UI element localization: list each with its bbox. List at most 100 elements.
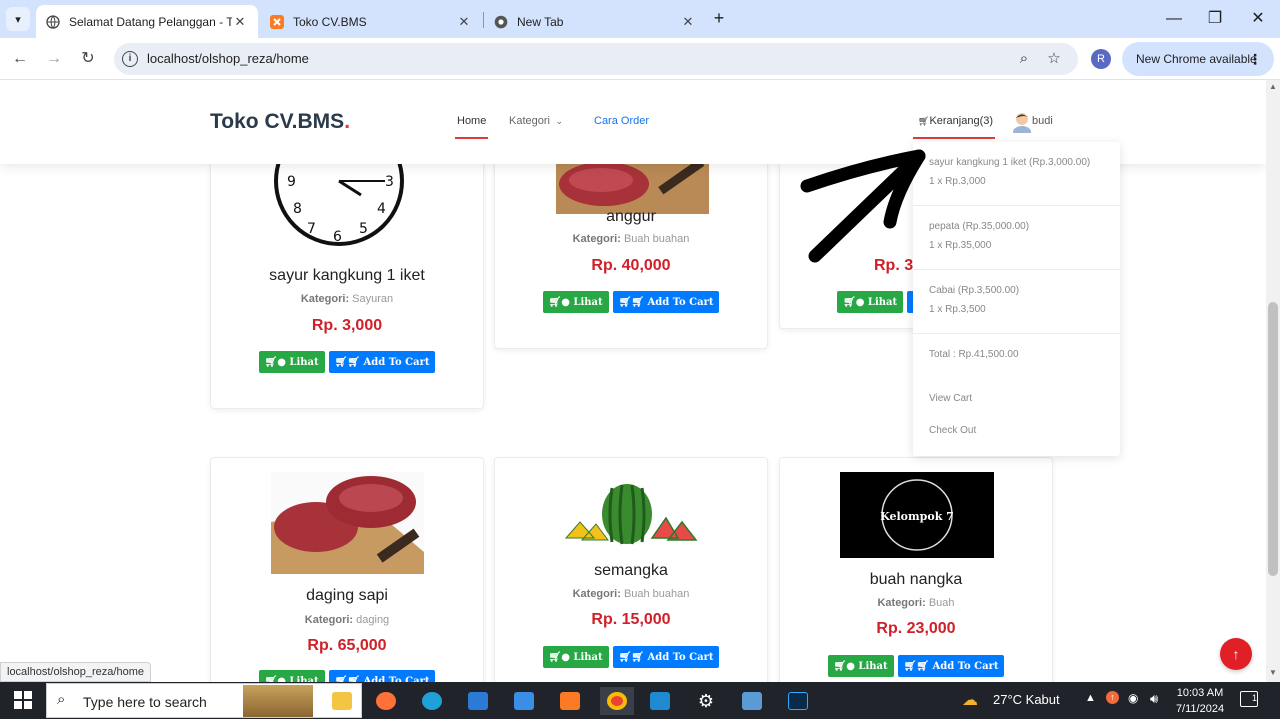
page-scrollbar[interactable]: ▲ ▼ — [1266, 80, 1280, 682]
windows-start-button[interactable] — [14, 691, 32, 709]
product-name[interactable]: buah nangka — [780, 571, 1052, 589]
close-icon[interactable]: ✕ — [232, 14, 248, 30]
cart-dropdown-item[interactable]: Cabai (Rp.3,500.00) 1 x Rp.3,500 — [913, 270, 1120, 334]
nav-home[interactable]: Home — [454, 115, 489, 139]
product-name[interactable]: sayur kangkung 1 iket — [211, 267, 483, 285]
category-label: Kategori: — [572, 588, 621, 600]
notification-count: 1 — [1251, 693, 1257, 703]
volume-icon[interactable]: 🔊︎ — [1150, 691, 1158, 719]
add-to-cart-button[interactable]: 🛒︎🛒︎ Add To Cart — [897, 655, 1005, 677]
cart-icon: 🛒︎🛒︎ — [618, 651, 648, 663]
photoshop-icon[interactable] — [784, 687, 812, 715]
nav-cart[interactable]: 🛒︎Keranjang(3) — [912, 115, 996, 139]
vscode-icon[interactable] — [646, 687, 674, 715]
chrome-update-button[interactable]: New Chrome available ⋮ — [1122, 42, 1274, 76]
forward-button[interactable]: → — [42, 47, 66, 71]
firefox-icon[interactable] — [372, 687, 400, 715]
add-to-cart-label: Add To Cart — [363, 356, 430, 368]
view-cart-link[interactable]: View Cart — [929, 393, 972, 404]
taskbar-search[interactable]: ⌕ Type here to search — [46, 683, 362, 718]
clock-number: 3 — [385, 174, 394, 190]
product-actions: 🛒︎● Lihat 🛒︎🛒︎ Add To Cart — [495, 646, 767, 668]
lihat-label: Lihat — [289, 356, 319, 368]
tab-title: Toko CV.BMS — [293, 14, 367, 29]
clock-number: 4 — [377, 201, 386, 217]
add-to-cart-label: Add To Cart — [647, 651, 714, 663]
more-menu-icon[interactable]: ⋮ — [1248, 42, 1262, 76]
tab-selamat-datang[interactable]: Selamat Datang Pelanggan - To ✕ — [36, 5, 258, 38]
category-value: Buah buahan — [623, 588, 690, 600]
lihat-button[interactable]: 🛒︎● Lihat — [542, 646, 609, 668]
nav-cara-order[interactable]: Cara Order — [594, 115, 649, 127]
clock-number: 7 — [307, 221, 316, 237]
search-icon: ⌕ — [57, 691, 66, 708]
lihat-button[interactable]: 🛒︎● Lihat — [258, 670, 325, 682]
add-to-cart-label: Add To Cart — [932, 660, 999, 672]
scroll-down-icon[interactable]: ▼ — [1269, 668, 1277, 677]
back-button[interactable]: ← — [8, 47, 32, 71]
product-name[interactable]: daging sapi — [211, 587, 483, 605]
star-icon[interactable]: ☆ — [1044, 49, 1064, 69]
category-label: Kategori: — [300, 293, 350, 305]
mail-icon[interactable] — [510, 687, 538, 715]
add-to-cart-button[interactable]: 🛒︎🛒︎ Add To Cart — [328, 351, 436, 373]
site-logo[interactable]: Toko CV.BMS. — [210, 110, 350, 134]
lihat-button[interactable]: 🛒︎● Lihat — [542, 291, 609, 313]
lihat-label: Lihat — [858, 660, 888, 672]
product-image-meat — [271, 472, 424, 574]
product-name[interactable]: semangka — [495, 562, 767, 580]
restore-button[interactable]: ❐ — [1200, 8, 1230, 30]
tab-search-button[interactable]: ▾ — [6, 7, 30, 31]
user-name[interactable]: budi — [1032, 115, 1053, 127]
arrow-up-icon: ↑ — [1232, 646, 1240, 662]
update-label: New Chrome available — [1136, 52, 1257, 66]
search-highlight-image — [243, 685, 313, 717]
annotation-arrow — [800, 149, 926, 263]
info-icon[interactable]: i — [122, 51, 138, 67]
add-to-cart-button[interactable]: 🛒︎🛒︎ Add To Cart — [328, 670, 436, 682]
taskbar-clock[interactable]: 10:03 AM 7/11/2024 — [1172, 685, 1228, 717]
lihat-button[interactable]: 🛒︎● Lihat — [258, 351, 325, 373]
nav-kategori[interactable]: Kategori ⌄ — [509, 115, 563, 127]
tab-new-tab[interactable]: New Tab ✕ — [484, 5, 706, 38]
microsoft-store-icon[interactable] — [464, 687, 492, 715]
product-name[interactable]: anggur — [495, 208, 767, 226]
control-panel-icon[interactable] — [738, 687, 766, 715]
chevron-up-icon[interactable]: ▲ — [1085, 692, 1096, 719]
notification-center-icon[interactable]: 1 — [1240, 691, 1258, 707]
product-price: Rp. 23,000 — [876, 620, 956, 637]
scrollbar-thumb[interactable] — [1268, 302, 1278, 576]
file-explorer-icon[interactable] — [328, 687, 356, 715]
edge-icon[interactable] — [418, 687, 446, 715]
chevron-down-icon: ▾ — [15, 13, 21, 26]
update-tray-icon[interactable]: ↑ — [1106, 691, 1119, 704]
xampp-icon[interactable] — [556, 687, 584, 715]
cart-dropdown-item[interactable]: pepata (Rp.35,000.00) 1 x Rp.35,000 — [913, 206, 1120, 270]
check-out-link[interactable]: Check Out — [929, 425, 976, 436]
address-bar[interactable]: i localhost/olshop_reza/home ⌕ ☆ — [114, 43, 1078, 75]
clock-number: 9 — [287, 174, 296, 190]
zoom-icon[interactable]: ⌕ — [1014, 49, 1034, 69]
back-to-top-button[interactable]: ↑ — [1220, 638, 1252, 670]
close-icon[interactable]: ✕ — [680, 14, 696, 30]
network-icon[interactable]: ◉ — [1128, 691, 1138, 719]
product-category: Kategori: Buah — [780, 597, 1052, 609]
profile-avatar[interactable]: R — [1091, 49, 1111, 69]
user-avatar[interactable] — [1013, 111, 1031, 133]
close-window-button[interactable]: ✕ — [1243, 8, 1273, 30]
minimize-button[interactable]: — — [1159, 8, 1189, 30]
chrome-taskbar-icon[interactable] — [600, 687, 634, 715]
close-icon[interactable]: ✕ — [456, 14, 472, 30]
reload-button[interactable]: ↻ — [76, 47, 100, 71]
add-to-cart-button[interactable]: 🛒︎🛒︎ Add To Cart — [612, 291, 720, 313]
taskbar-search-placeholder: Type here to search — [83, 694, 207, 710]
tab-toko-cv-bms[interactable]: Toko CV.BMS ✕ — [260, 5, 482, 38]
lihat-button[interactable]: 🛒︎● Lihat — [827, 655, 894, 677]
add-to-cart-button[interactable]: 🛒︎🛒︎ Add To Cart — [612, 646, 720, 668]
lihat-button[interactable]: 🛒︎● Lihat — [837, 291, 904, 313]
settings-gear-icon[interactable]: ⚙ — [692, 687, 720, 715]
weather-text[interactable]: 27°C Kabut — [993, 692, 1060, 707]
scroll-up-icon[interactable]: ▲ — [1269, 82, 1277, 91]
new-tab-button[interactable]: + — [708, 8, 730, 30]
cart-dropdown-item[interactable]: sayur kangkung 1 iket (Rp.3,000.00) 1 x … — [913, 142, 1120, 206]
